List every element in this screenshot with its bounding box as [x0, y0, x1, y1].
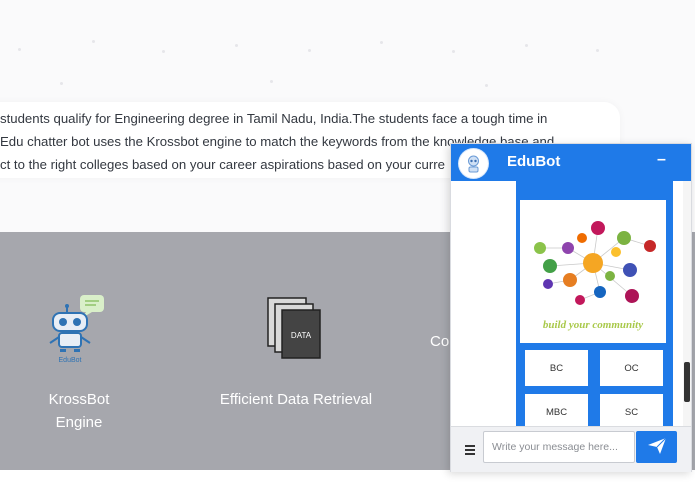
data-icon-label: DATA	[291, 331, 312, 340]
community-image-caption: build your community	[543, 319, 643, 331]
send-icon	[647, 437, 666, 454]
bot-message-card: build your community BC OC MBC SC	[516, 181, 673, 430]
minimize-button[interactable]: –	[657, 151, 666, 169]
bottom-strip	[0, 470, 695, 494]
chat-widget: EduBot – build your community BC OC MBC …	[450, 143, 692, 472]
robot-icon-label: EduBot	[59, 357, 82, 364]
community-image: build your community	[520, 200, 666, 343]
feature-krossbot-line2: Engine	[55, 414, 103, 431]
robot-icon: EduBot	[49, 295, 104, 364]
chat-input-bar	[451, 426, 691, 472]
chat-header: EduBot –	[451, 144, 691, 181]
message-input[interactable]	[483, 431, 635, 463]
option-bc-button[interactable]: BC	[525, 350, 588, 386]
data-stack-icon: DATA	[267, 297, 321, 359]
intro-line-3: ct to the right colleges based on your c…	[0, 157, 445, 172]
feature-krossbot-line1: KrossBot	[48, 391, 110, 408]
chat-title: EduBot	[507, 153, 561, 170]
option-mbc-button[interactable]: MBC	[525, 394, 588, 430]
intro-line-1: students qualify for Engineering degree …	[0, 111, 548, 126]
option-oc-button[interactable]: OC	[600, 350, 663, 386]
send-button[interactable]	[636, 431, 677, 463]
bot-avatar-icon	[459, 149, 488, 178]
feature-krossbot-label: KrossBot Engine	[34, 388, 124, 434]
feature-data-retrieval-label: Efficient Data Retrieval	[219, 391, 373, 408]
option-sc-button[interactable]: SC	[600, 394, 663, 430]
chat-scrollbar-thumb[interactable]	[684, 362, 690, 402]
menu-icon[interactable]	[465, 445, 475, 455]
